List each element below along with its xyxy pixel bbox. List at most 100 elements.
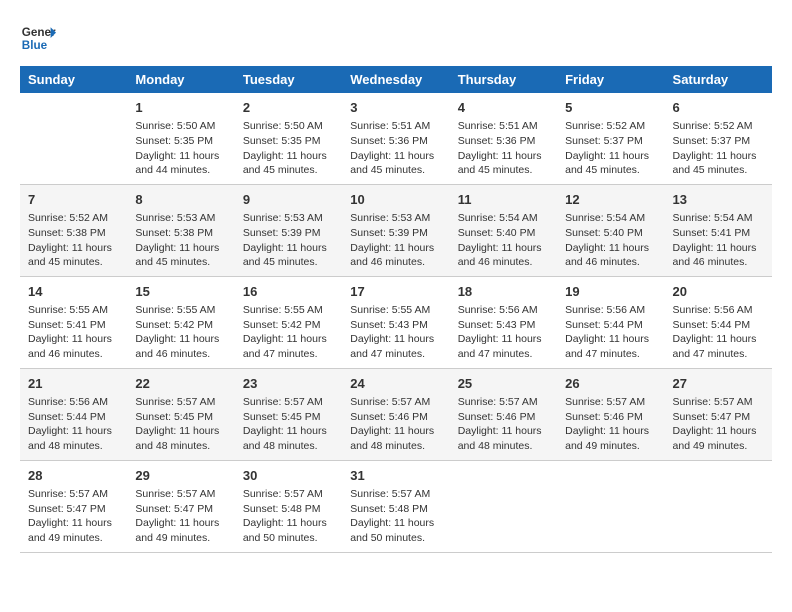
cell-content: Daylight: 11 hours: [350, 332, 441, 347]
cell-content: Daylight: 11 hours: [135, 424, 226, 439]
calendar-cell: 23Sunrise: 5:57 AMSunset: 5:45 PMDayligh…: [235, 368, 342, 460]
cell-content: and 48 minutes.: [350, 439, 441, 454]
day-number: 17: [350, 283, 441, 301]
cell-content: and 50 minutes.: [243, 531, 334, 546]
calendar-cell: 28Sunrise: 5:57 AMSunset: 5:47 PMDayligh…: [20, 460, 127, 552]
cell-content: Sunrise: 5:57 AM: [565, 395, 656, 410]
calendar-cell: 27Sunrise: 5:57 AMSunset: 5:47 PMDayligh…: [665, 368, 772, 460]
cell-content: Sunrise: 5:57 AM: [458, 395, 549, 410]
cell-content: Sunset: 5:39 PM: [350, 226, 441, 241]
cell-content: Sunset: 5:38 PM: [28, 226, 119, 241]
cell-content: Daylight: 11 hours: [673, 424, 764, 439]
cell-content: and 48 minutes.: [243, 439, 334, 454]
cell-content: Sunset: 5:43 PM: [350, 318, 441, 333]
cell-content: and 49 minutes.: [28, 531, 119, 546]
day-number: 10: [350, 191, 441, 209]
week-row-4: 21Sunrise: 5:56 AMSunset: 5:44 PMDayligh…: [20, 368, 772, 460]
svg-text:Blue: Blue: [22, 39, 48, 52]
calendar-cell: 31Sunrise: 5:57 AMSunset: 5:48 PMDayligh…: [342, 460, 449, 552]
day-number: 4: [458, 99, 549, 117]
cell-content: Sunset: 5:39 PM: [243, 226, 334, 241]
cell-content: and 44 minutes.: [135, 163, 226, 178]
calendar-cell: 19Sunrise: 5:56 AMSunset: 5:44 PMDayligh…: [557, 276, 664, 368]
cell-content: Sunrise: 5:57 AM: [350, 395, 441, 410]
calendar-cell: 18Sunrise: 5:56 AMSunset: 5:43 PMDayligh…: [450, 276, 557, 368]
day-number: 31: [350, 467, 441, 485]
day-number: 9: [243, 191, 334, 209]
cell-content: and 45 minutes.: [243, 255, 334, 270]
cell-content: Daylight: 11 hours: [458, 149, 549, 164]
cell-content: and 45 minutes.: [458, 163, 549, 178]
cell-content: Sunset: 5:44 PM: [565, 318, 656, 333]
calendar-cell: 22Sunrise: 5:57 AMSunset: 5:45 PMDayligh…: [127, 368, 234, 460]
cell-content: Sunrise: 5:55 AM: [28, 303, 119, 318]
calendar-cell: [450, 460, 557, 552]
header-monday: Monday: [127, 66, 234, 93]
calendar-cell: 16Sunrise: 5:55 AMSunset: 5:42 PMDayligh…: [235, 276, 342, 368]
day-number: 20: [673, 283, 764, 301]
cell-content: Sunset: 5:48 PM: [350, 502, 441, 517]
calendar-cell: 20Sunrise: 5:56 AMSunset: 5:44 PMDayligh…: [665, 276, 772, 368]
cell-content: Daylight: 11 hours: [458, 332, 549, 347]
cell-content: Sunset: 5:44 PM: [28, 410, 119, 425]
day-number: 5: [565, 99, 656, 117]
cell-content: and 45 minutes.: [28, 255, 119, 270]
cell-content: Sunset: 5:35 PM: [243, 134, 334, 149]
cell-content: and 48 minutes.: [135, 439, 226, 454]
cell-content: and 49 minutes.: [565, 439, 656, 454]
day-number: 22: [135, 375, 226, 393]
header-thursday: Thursday: [450, 66, 557, 93]
cell-content: Sunrise: 5:54 AM: [565, 211, 656, 226]
cell-content: Sunrise: 5:53 AM: [243, 211, 334, 226]
cell-content: Sunrise: 5:57 AM: [243, 395, 334, 410]
cell-content: Sunrise: 5:52 AM: [28, 211, 119, 226]
cell-content: Daylight: 11 hours: [135, 332, 226, 347]
day-number: 1: [135, 99, 226, 117]
day-number: 26: [565, 375, 656, 393]
calendar-cell: 25Sunrise: 5:57 AMSunset: 5:46 PMDayligh…: [450, 368, 557, 460]
cell-content: and 47 minutes.: [350, 347, 441, 362]
cell-content: Sunset: 5:47 PM: [135, 502, 226, 517]
day-number: 8: [135, 191, 226, 209]
calendar-cell: [557, 460, 664, 552]
cell-content: Daylight: 11 hours: [243, 149, 334, 164]
cell-content: Daylight: 11 hours: [673, 332, 764, 347]
calendar-cell: 1Sunrise: 5:50 AMSunset: 5:35 PMDaylight…: [127, 93, 234, 184]
header-saturday: Saturday: [665, 66, 772, 93]
page-header: General Blue: [20, 20, 772, 56]
cell-content: Daylight: 11 hours: [350, 149, 441, 164]
cell-content: Sunset: 5:42 PM: [243, 318, 334, 333]
calendar-cell: 12Sunrise: 5:54 AMSunset: 5:40 PMDayligh…: [557, 184, 664, 276]
day-number: 14: [28, 283, 119, 301]
cell-content: Sunset: 5:43 PM: [458, 318, 549, 333]
cell-content: and 46 minutes.: [458, 255, 549, 270]
day-number: 30: [243, 467, 334, 485]
cell-content: Sunrise: 5:54 AM: [458, 211, 549, 226]
cell-content: Sunrise: 5:54 AM: [673, 211, 764, 226]
day-number: 24: [350, 375, 441, 393]
calendar-cell: 29Sunrise: 5:57 AMSunset: 5:47 PMDayligh…: [127, 460, 234, 552]
cell-content: Sunrise: 5:56 AM: [565, 303, 656, 318]
header-friday: Friday: [557, 66, 664, 93]
cell-content: Daylight: 11 hours: [135, 149, 226, 164]
day-number: 25: [458, 375, 549, 393]
cell-content: Sunset: 5:46 PM: [458, 410, 549, 425]
week-row-3: 14Sunrise: 5:55 AMSunset: 5:41 PMDayligh…: [20, 276, 772, 368]
cell-content: Sunset: 5:40 PM: [565, 226, 656, 241]
cell-content: Sunrise: 5:57 AM: [243, 487, 334, 502]
day-number: 16: [243, 283, 334, 301]
day-number: 2: [243, 99, 334, 117]
cell-content: Sunrise: 5:55 AM: [243, 303, 334, 318]
cell-content: Sunrise: 5:53 AM: [350, 211, 441, 226]
calendar-table: SundayMondayTuesdayWednesdayThursdayFrid…: [20, 66, 772, 553]
calendar-cell: 2Sunrise: 5:50 AMSunset: 5:35 PMDaylight…: [235, 93, 342, 184]
cell-content: Daylight: 11 hours: [565, 149, 656, 164]
cell-content: Sunset: 5:45 PM: [135, 410, 226, 425]
header-wednesday: Wednesday: [342, 66, 449, 93]
calendar-cell: 3Sunrise: 5:51 AMSunset: 5:36 PMDaylight…: [342, 93, 449, 184]
cell-content: Sunset: 5:46 PM: [350, 410, 441, 425]
cell-content: Daylight: 11 hours: [243, 241, 334, 256]
cell-content: and 45 minutes.: [243, 163, 334, 178]
cell-content: and 45 minutes.: [350, 163, 441, 178]
calendar-cell: 26Sunrise: 5:57 AMSunset: 5:46 PMDayligh…: [557, 368, 664, 460]
